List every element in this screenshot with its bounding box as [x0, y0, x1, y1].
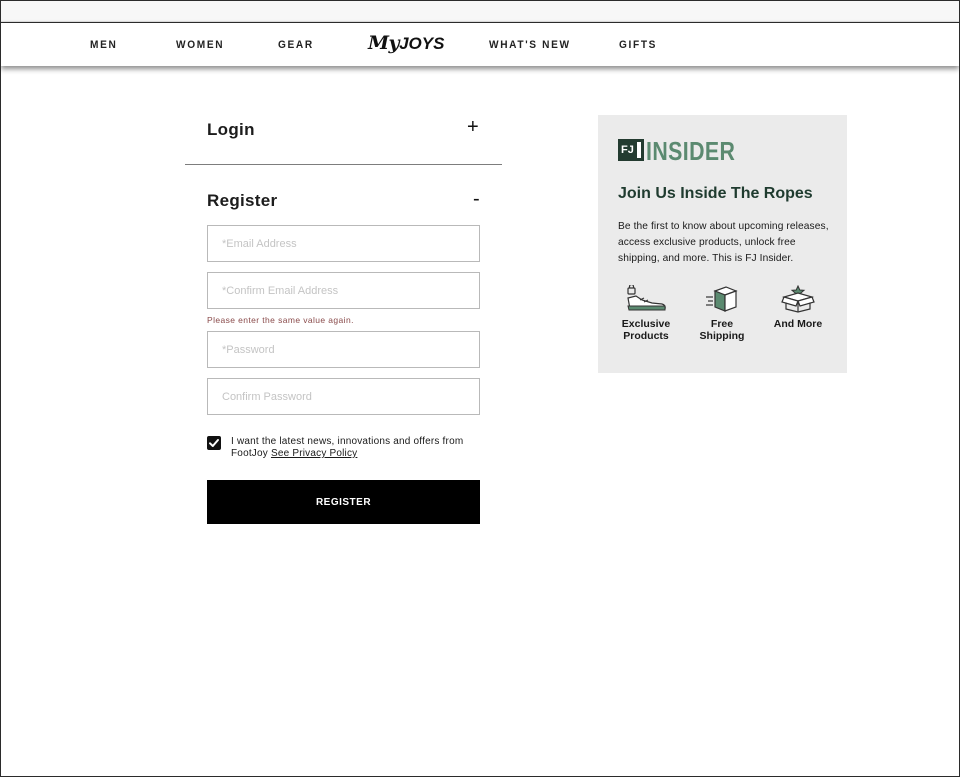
register-collapse-icon[interactable]: - — [473, 189, 480, 209]
perk-label-line2: Shipping — [699, 329, 745, 342]
nav-gear[interactable]: GEAR — [278, 39, 314, 51]
register-button[interactable]: REGISTER — [207, 480, 480, 524]
email-field[interactable] — [207, 225, 480, 262]
fj-badge: FJ — [618, 139, 644, 161]
perk-label-line2: Products — [623, 329, 669, 342]
shoe-icon — [627, 285, 666, 311]
nav-men[interactable]: MEN — [90, 39, 117, 51]
perk-and-more: And More — [763, 285, 833, 331]
logo-suffix: JOYS — [399, 34, 445, 53]
main-navigation: MEN WOMEN GEAR MyJOYS WHAT'S NEW GIFTS — [1, 22, 959, 66]
login-title[interactable]: Login — [207, 120, 255, 140]
box-icon — [706, 286, 738, 312]
logo-prefix: My — [368, 32, 400, 54]
login-expand-icon[interactable]: + — [467, 117, 479, 137]
open-box-star-icon — [781, 285, 815, 313]
confirm-password-field[interactable] — [207, 378, 480, 415]
insider-wordmark: INSIDER — [646, 136, 736, 166]
insider-description: Be the first to know about upcoming rele… — [618, 221, 829, 265]
newsletter-checkbox[interactable] — [207, 436, 221, 450]
perk-label-line1: Exclusive — [621, 318, 671, 330]
password-field[interactable] — [207, 331, 480, 368]
page-frame: MEN WOMEN GEAR MyJOYS WHAT'S NEW GIFTS L… — [0, 0, 960, 777]
confirm-email-field[interactable] — [207, 272, 480, 309]
accordion-divider — [185, 164, 502, 165]
checkmark-icon — [209, 439, 219, 447]
newsletter-consent: I want the latest news, innovations and … — [231, 436, 481, 460]
fj-insider-panel: FJ INSIDER Join Us Inside The Ropes Be t… — [598, 115, 847, 373]
perk-label-line1: And More — [773, 318, 823, 330]
register-title[interactable]: Register — [207, 191, 277, 211]
confirm-email-error: Please enter the same value again. — [207, 315, 354, 325]
perk-exclusive-products: Exclusive Products — [611, 285, 681, 342]
insider-heading: Join Us Inside The Ropes — [618, 185, 813, 202]
perk-label-line1: Free — [710, 318, 734, 330]
nav-whats-new[interactable]: WHAT'S NEW — [489, 39, 571, 51]
browser-top-strip — [1, 1, 959, 22]
nav-gifts[interactable]: GIFTS — [619, 39, 657, 51]
perk-free-shipping: Free Shipping — [687, 285, 757, 342]
myjoys-logo[interactable]: MyJOYS — [368, 32, 444, 54]
privacy-policy-link[interactable]: See Privacy Policy — [271, 448, 357, 459]
nav-women[interactable]: WOMEN — [176, 39, 224, 51]
